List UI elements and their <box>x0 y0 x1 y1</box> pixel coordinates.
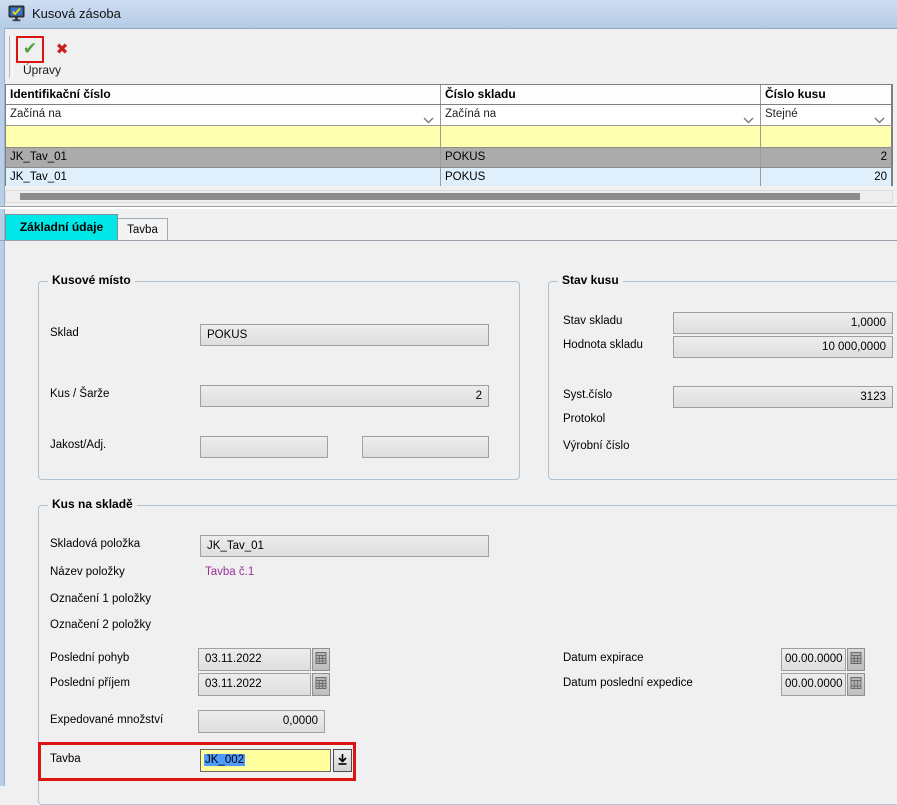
oznaceni-2-label: Označení 2 položky <box>50 619 151 631</box>
filter-input-cislo-skladu[interactable] <box>441 126 761 147</box>
datum-expirace-calendar-button[interactable] <box>847 648 865 671</box>
stav-skladu-label: Stav skladu <box>563 315 622 327</box>
syst-cislo-label: Syst.číslo <box>563 389 612 401</box>
chevron-down-icon <box>423 112 434 125</box>
posledni-prijem-label: Poslední příjem <box>50 677 130 689</box>
filter-input-identifikacni-cislo[interactable] <box>6 126 441 147</box>
table-row-selected[interactable]: JK_Tav_01 POKUS 2 <box>6 148 892 168</box>
protokol-label: Protokol <box>563 413 605 425</box>
kus-sarze-field: 2 <box>200 385 489 407</box>
adj-field <box>362 436 489 458</box>
grid-filter-input-row <box>6 126 892 148</box>
column-header-cislo-skladu[interactable]: Číslo skladu <box>441 85 761 104</box>
chevron-down-icon <box>874 112 885 125</box>
cell-cislo-kusu[interactable]: 20 <box>761 168 892 186</box>
nazev-polozky-value: Tavba č.1 <box>205 566 254 578</box>
vyrobni-cislo-label: Výrobní číslo <box>563 440 629 452</box>
expedovane-mnozstvi-field: 0,0000 <box>198 710 325 733</box>
filter-operator-select-cislo-skladu[interactable]: Začíná na <box>441 105 761 125</box>
group-title: Stav kusu <box>558 273 623 287</box>
title-bar[interactable]: Kusová zásoba <box>0 0 897 29</box>
cell-cislo-skladu[interactable]: POKUS <box>441 148 761 167</box>
expedovane-mnozstvi-label: Expedované množství <box>50 714 163 726</box>
cell-identifikacni-cislo[interactable]: JK_Tav_01 <box>6 168 441 186</box>
group-title: Kusové místo <box>48 273 135 287</box>
tavba-field[interactable]: JK_002 <box>200 749 331 772</box>
hodnota-skladu-field: 10 000,0000 <box>673 336 893 358</box>
filter-operator-select-identifikacni-cislo[interactable]: Začíná na <box>6 105 441 125</box>
cell-cislo-skladu[interactable]: POKUS <box>441 168 761 186</box>
nazev-polozky-label: Název položky <box>50 566 125 578</box>
scrollbar-thumb[interactable] <box>20 193 860 200</box>
datum-expirace-label: Datum expirace <box>563 652 644 664</box>
skladova-polozka-field: JK_Tav_01 <box>200 535 489 557</box>
sklad-label: Sklad <box>50 327 79 339</box>
datum-posledni-expedice-field: 00.00.0000 <box>781 673 846 696</box>
results-grid: Identifikační číslo Číslo skladu Číslo k… <box>5 84 893 186</box>
jakost-adj-label: Jakost/Adj. <box>50 439 106 451</box>
horizontal-scrollbar[interactable] <box>5 190 893 203</box>
toolbar-group-label: Úpravy <box>13 63 71 77</box>
hodnota-skladu-label: Hodnota skladu <box>563 339 643 351</box>
posledni-pohyb-field: 03.11.2022 <box>198 648 311 671</box>
syst-cislo-field: 3123 <box>673 386 893 408</box>
grid-header-row: Identifikační číslo Číslo skladu Číslo k… <box>6 85 892 105</box>
sklad-field: POKUS <box>200 324 489 346</box>
cell-identifikacni-cislo[interactable]: JK_Tav_01 <box>6 148 441 167</box>
posledni-pohyb-calendar-button[interactable] <box>312 648 330 671</box>
group-title: Kus na skladě <box>48 497 137 511</box>
filter-operator-select-cislo-kusu[interactable]: Stejné <box>761 105 892 125</box>
column-header-cislo-kusu[interactable]: Číslo kusu <box>761 85 892 104</box>
oznaceni-1-label: Označení 1 položky <box>50 593 151 605</box>
filter-input-cislo-kusu[interactable] <box>761 126 892 147</box>
tab-zakladni-udaje[interactable]: Základní údaje <box>5 214 118 241</box>
jakost-field <box>200 436 328 458</box>
tavba-field-selected-text: JK_002 <box>204 754 245 766</box>
tab-tavba[interactable]: Tavba <box>118 218 168 241</box>
column-header-identifikacni-cislo[interactable]: Identifikační číslo <box>6 85 441 104</box>
cell-cislo-kusu[interactable]: 2 <box>761 148 892 167</box>
app-monitor-icon <box>8 5 26 23</box>
datum-posledni-expedice-label: Datum poslední expedice <box>563 677 693 689</box>
tavba-dropdown-button[interactable] <box>333 749 352 772</box>
x-icon: ✖ <box>56 40 69 58</box>
datum-posledni-expedice-calendar-button[interactable] <box>847 673 865 696</box>
chevron-down-icon <box>743 112 754 125</box>
posledni-pohyb-label: Poslední pohyb <box>50 652 129 664</box>
confirm-button[interactable]: ✔ <box>16 36 44 63</box>
skladova-polozka-label: Skladová položka <box>50 538 140 550</box>
toolbar: ✔ ✖ Úpravy <box>5 29 897 83</box>
section-divider <box>0 206 897 209</box>
window-title: Kusová zásoba <box>32 0 121 28</box>
posledni-prijem-calendar-button[interactable] <box>312 673 330 696</box>
datum-expirace-field: 00.00.0000 <box>781 648 846 671</box>
tabstrip-baseline <box>0 240 897 241</box>
kus-sarze-label: Kus / Šarže <box>50 388 109 400</box>
cancel-button[interactable]: ✖ <box>49 38 75 61</box>
table-row[interactable]: JK_Tav_01 POKUS 20 <box>6 168 892 186</box>
posledni-prijem-field: 03.11.2022 <box>198 673 311 696</box>
grid-filter-operator-row: Začíná na Začíná na Stejné <box>6 105 892 126</box>
check-icon: ✔ <box>23 39 37 59</box>
tavba-label: Tavba <box>50 753 81 765</box>
stav-skladu-field: 1,0000 <box>673 312 893 334</box>
